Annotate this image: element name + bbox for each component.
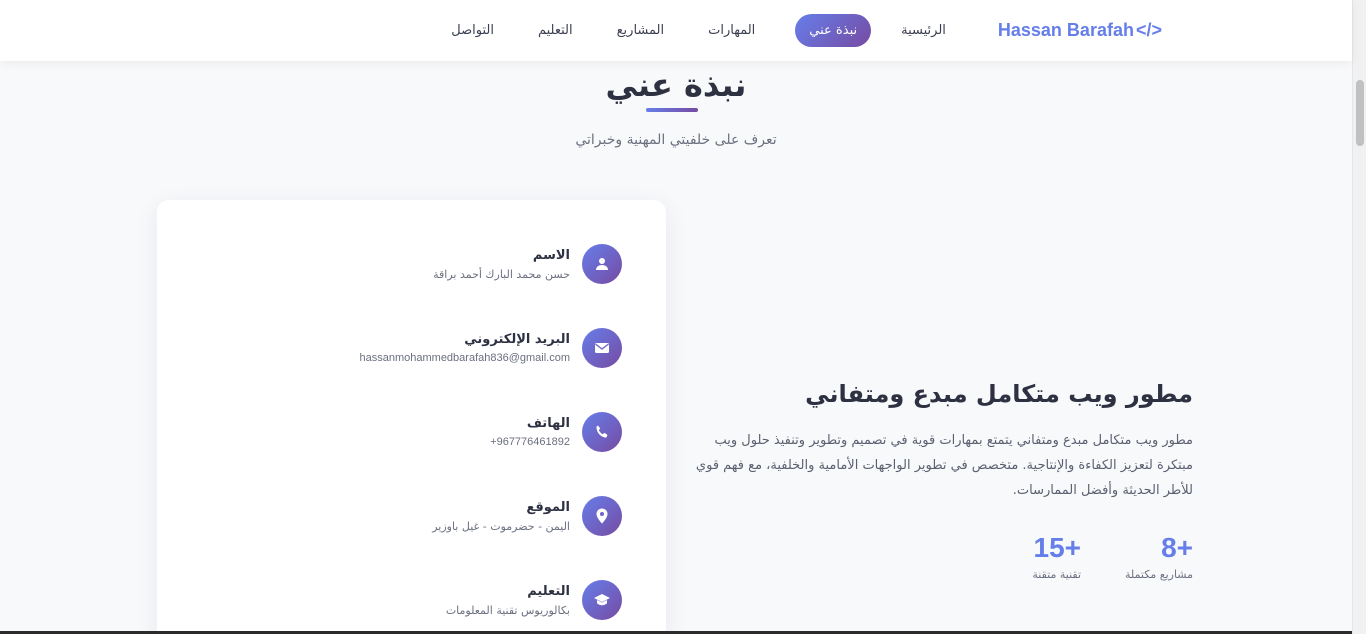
user-icon bbox=[582, 244, 622, 284]
nav-link-about[interactable]: نبذة عني bbox=[795, 14, 872, 47]
location-icon bbox=[582, 496, 622, 536]
info-card: الاسم حسن محمد البارك أحمد براقة البريد … bbox=[157, 200, 666, 634]
info-value[interactable]: hassanmohammedbarafah836@gmail.com bbox=[360, 352, 571, 364]
nav-link-education[interactable]: التعليم bbox=[526, 15, 585, 46]
stats: +8 مشاريع مكتملة +15 تقنية متقنة bbox=[988, 532, 1193, 581]
stat-number: +15 bbox=[1033, 532, 1082, 563]
info-row-education: التعليم بكالوريوس تقنية المعلومات bbox=[446, 580, 622, 620]
envelope-icon bbox=[582, 328, 622, 368]
stat-technologies: +15 تقنية متقنة bbox=[1032, 532, 1081, 581]
phone-icon bbox=[582, 412, 622, 452]
navbar: Hassan Barafah </> الرئيسية نبذة عني الم… bbox=[0, 0, 1352, 61]
scrollbar[interactable] bbox=[1352, 0, 1366, 634]
stat-label: تقنية متقنة bbox=[1032, 568, 1082, 581]
info-value[interactable]: +967776461892 bbox=[490, 436, 570, 448]
stat-number: +8 bbox=[1161, 532, 1193, 563]
info-label: البريد الإلكتروني bbox=[464, 332, 570, 347]
title-underline bbox=[646, 108, 698, 112]
info-value: اليمن - حضرموت - غيل باوزير bbox=[432, 519, 570, 533]
logo-text: Hassan Barafah bbox=[997, 20, 1134, 40]
logo[interactable]: Hassan Barafah </> bbox=[998, 20, 1162, 41]
info-value: حسن محمد البارك أحمد براقة bbox=[433, 267, 570, 281]
stat-projects: +8 مشاريع مكتملة bbox=[1125, 532, 1193, 581]
info-value: بكالوريوس تقنية المعلومات bbox=[445, 603, 570, 617]
nav-link-contact[interactable]: التواصل bbox=[439, 15, 506, 46]
info-text: الموقع اليمن - حضرموت - غيل باوزير bbox=[432, 500, 570, 533]
stat-label: مشاريع مكتملة bbox=[1125, 568, 1193, 581]
info-label: الاسم bbox=[532, 247, 570, 263]
info-label: التعليم bbox=[527, 583, 570, 599]
code-icon: </> bbox=[1135, 20, 1162, 40]
info-row-name: الاسم حسن محمد البارك أحمد براقة bbox=[433, 244, 622, 284]
info-label: الهاتف bbox=[526, 416, 570, 431]
info-row-location: الموقع اليمن - حضرموت - غيل باوزير bbox=[432, 496, 622, 536]
info-text: الاسم حسن محمد البارك أحمد براقة bbox=[433, 248, 570, 281]
nav-links: الرئيسية نبذة عني المهارات المشاريع التع… bbox=[419, 14, 958, 47]
scroll-thumb[interactable] bbox=[1356, 80, 1364, 146]
section-title: نبذة عني bbox=[605, 66, 747, 104]
graduation-cap-icon bbox=[582, 580, 622, 620]
about-headline: مطور ويب متكامل مبدع ومتفاني bbox=[805, 380, 1193, 408]
info-text: الهاتف +967776461892 bbox=[490, 416, 570, 448]
info-row-email: البريد الإلكتروني hassanmohammedbarafah8… bbox=[360, 328, 622, 368]
about-description: مطور ويب متكامل مبدع ومتفاني يتمتع بمهار… bbox=[695, 433, 1193, 498]
section-subtitle: تعرف على خلفيتي المهنية وخبراتي bbox=[575, 132, 777, 148]
info-text: التعليم بكالوريوس تقنية المعلومات bbox=[446, 584, 570, 617]
nav-link-skills[interactable]: المهارات bbox=[696, 15, 767, 46]
info-label: الموقع bbox=[526, 499, 570, 515]
nav-inner: Hassan Barafah </> الرئيسية نبذة عني الم… bbox=[419, 0, 1162, 61]
info-row-phone: الهاتف +967776461892 bbox=[490, 412, 622, 452]
info-text: البريد الإلكتروني hassanmohammedbarafah8… bbox=[360, 332, 571, 364]
nav-link-home[interactable]: الرئيسية bbox=[889, 15, 958, 46]
nav-link-projects[interactable]: المشاريع bbox=[605, 15, 676, 46]
